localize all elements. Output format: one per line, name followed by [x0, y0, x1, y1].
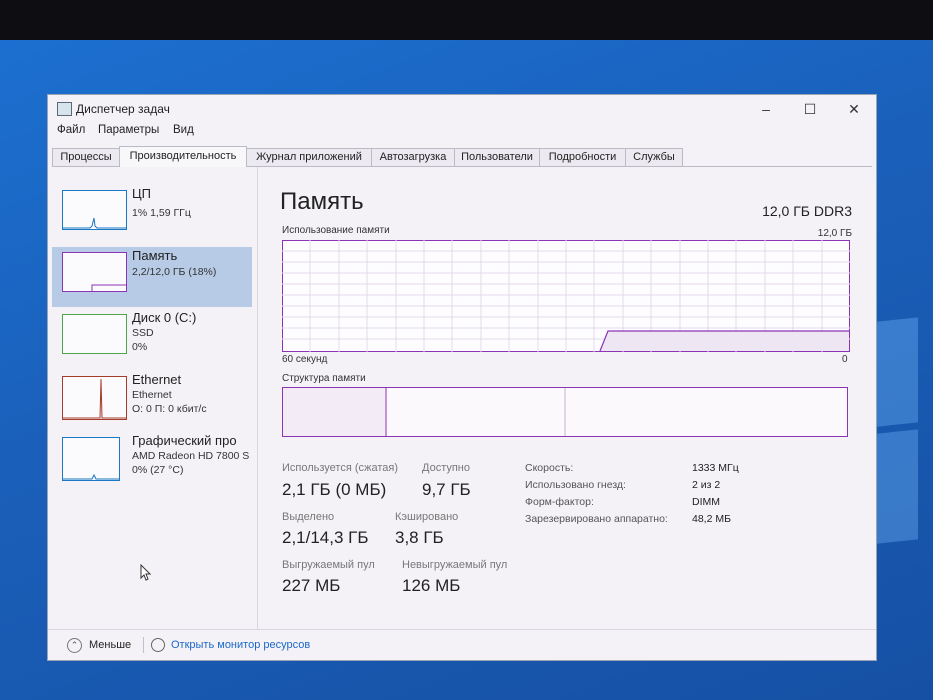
composition-in-use [283, 388, 386, 436]
task-manager-window: Диспетчер задач – ☐ ✕ Файл Параметры Вид… [48, 95, 876, 660]
minimize-button[interactable]: – [746, 97, 786, 121]
tab-bar: Процессы Производительность Журнал прило… [52, 146, 872, 167]
fewer-details-button[interactable]: Меньше [89, 639, 131, 651]
cached-label: Кэшировано [395, 511, 459, 523]
resource-detail: Ethernet [132, 389, 172, 401]
resource-detail: 2,2/12,0 ГБ (18%) [132, 266, 217, 278]
gpu-thumbnail-graph [62, 437, 120, 481]
resource-name: Графический про [132, 433, 237, 448]
memory-spec: 12,0 ГБ DDR3 [762, 203, 852, 219]
tab-performance[interactable]: Производительность [119, 146, 247, 167]
resource-detail: AMD Radeon HD 7800 S [132, 450, 250, 462]
usage-fill-area [600, 331, 849, 351]
memory-composition-bar [282, 387, 848, 437]
in-use-label: Используется (сжатая) [282, 462, 399, 474]
resource-name: Диск 0 (C:) [132, 310, 197, 325]
speed-label: Скорость: [525, 462, 574, 474]
footer-bar: ⌃ Меньше Открыть монитор ресурсов [48, 629, 876, 661]
cpu-thumbnail-graph [62, 190, 127, 230]
resource-name: ЦП [132, 186, 151, 201]
resource-sidebar: ЦП 1% 1,59 ГГц Память 2,2/12,0 ГБ (18%) … [48, 167, 258, 629]
paged-pool-label: Выгружаемый пул [282, 559, 375, 571]
speed-value: 1333 МГц [692, 462, 739, 474]
tab-startup[interactable]: Автозагрузка [371, 148, 455, 166]
form-factor-label: Форм-фактор: [525, 496, 594, 508]
time-axis-right: 0 [842, 354, 848, 365]
time-axis-left: 60 секунд [282, 354, 328, 365]
resource-detail-2: О: 0 П: 0 кбит/с [132, 403, 207, 415]
paged-pool-value: 227 МБ [282, 576, 341, 595]
slots-label: Использовано гнезд: [525, 479, 626, 491]
resource-detail: SSD [132, 327, 154, 339]
open-resource-monitor-link[interactable]: Открыть монитор ресурсов [171, 639, 310, 651]
nonpaged-pool-value: 126 МБ [402, 576, 461, 595]
window-title: Диспетчер задач [76, 102, 170, 116]
menu-file[interactable]: Файл [57, 124, 85, 136]
chevron-up-icon[interactable]: ⌃ [67, 638, 82, 653]
in-use-value: 2,1 ГБ (0 МБ) [282, 480, 387, 499]
menu-options[interactable]: Параметры [98, 124, 159, 136]
usage-graph-label: Использование памяти [282, 225, 390, 236]
available-value: 9,7 ГБ [422, 480, 471, 499]
resource-memory[interactable]: Память 2,2/12,0 ГБ (18%) [52, 247, 252, 307]
disk-thumbnail-graph [62, 314, 127, 354]
tab-app-history[interactable]: Журнал приложений [246, 148, 372, 166]
resource-cpu[interactable]: ЦП 1% 1,59 ГГц [52, 185, 252, 245]
tab-details[interactable]: Подробности [539, 148, 626, 166]
memory-usage-graph [282, 240, 850, 352]
cached-value: 3,8 ГБ [395, 528, 444, 547]
available-label: Доступно [422, 462, 471, 474]
slots-value: 2 из 2 [692, 479, 721, 491]
committed-value: 2,1/14,3 ГБ [282, 528, 369, 547]
maximize-button[interactable]: ☐ [790, 97, 830, 121]
resource-disk[interactable]: Диск 0 (C:) SSD 0% [52, 309, 252, 369]
usage-graph-max: 12,0 ГБ [817, 228, 852, 239]
page-title: Память [280, 188, 364, 215]
nonpaged-pool-label: Невыгружаемый пул [402, 559, 508, 571]
resource-detail: 1% 1,59 ГГц [132, 207, 191, 219]
task-manager-icon [57, 102, 72, 116]
tab-processes[interactable]: Процессы [52, 148, 120, 166]
resource-gpu[interactable]: Графический про AMD Radeon HD 7800 S 0% … [52, 432, 257, 492]
hw-reserved-value: 48,2 МБ [692, 513, 731, 525]
resource-name: Память [132, 248, 178, 263]
title-bar[interactable]: Диспетчер задач – ☐ ✕ [48, 95, 876, 123]
ethernet-thumbnail-graph [62, 376, 127, 420]
tab-services[interactable]: Службы [625, 148, 683, 166]
resource-detail-2: 0% (27 °C) [132, 464, 184, 476]
resource-name: Ethernet [132, 372, 182, 387]
hw-reserved-label: Зарезервировано аппаратно: [525, 513, 668, 525]
tab-users[interactable]: Пользователи [454, 148, 540, 166]
committed-label: Выделено [282, 511, 335, 523]
footer-divider [143, 637, 144, 653]
resource-detail-2: 0% [132, 341, 148, 353]
memory-thumbnail-graph [62, 252, 127, 292]
mouse-cursor-icon [140, 564, 152, 581]
menu-bar: Файл Параметры Вид [48, 123, 876, 141]
resource-ethernet[interactable]: Ethernet Ethernet О: 0 П: 0 кбит/с [52, 371, 252, 431]
form-factor-value: DIMM [692, 496, 720, 508]
resource-monitor-icon [151, 638, 165, 652]
composition-label: Структура памяти [282, 373, 366, 384]
menu-view[interactable]: Вид [173, 124, 194, 136]
close-button[interactable]: ✕ [834, 97, 874, 121]
